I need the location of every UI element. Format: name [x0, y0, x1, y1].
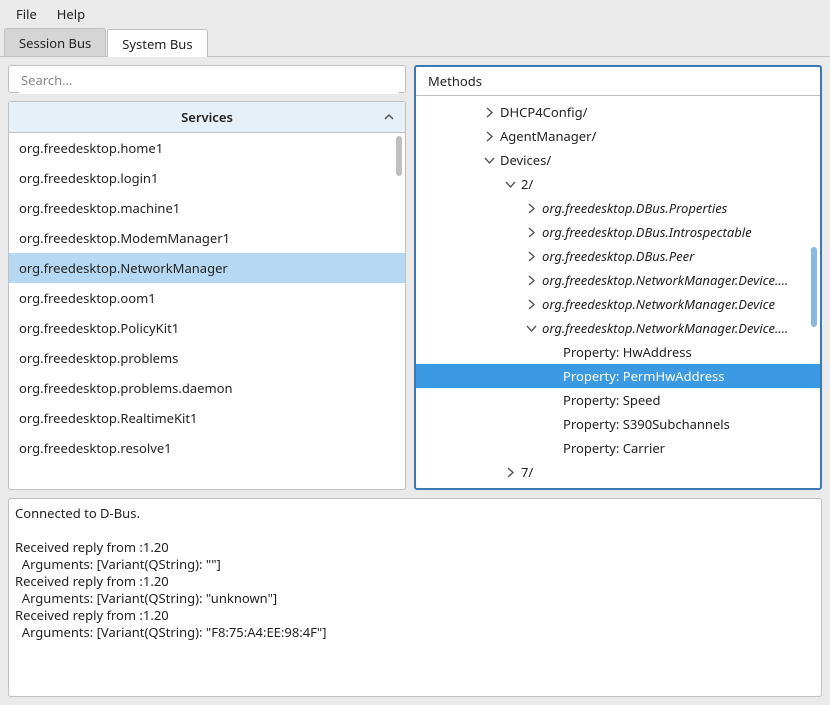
- services-header-label: Services: [181, 108, 233, 126]
- tree-interface[interactable]: org.freedesktop.DBus.Introspectable: [416, 220, 820, 244]
- chevron-right-icon[interactable]: [521, 203, 542, 214]
- chevron-right-icon[interactable]: [521, 227, 542, 238]
- service-item[interactable]: org.freedesktop.machine1: [9, 193, 405, 223]
- log-output: Connected to D-Bus. Received reply from …: [8, 498, 822, 697]
- services-header[interactable]: Services: [9, 102, 405, 133]
- search-box: [8, 65, 406, 93]
- methods-panel: Methods DHCP4Config/AgentManager/Devices…: [414, 65, 822, 490]
- top-row: Services org.freedesktop.home1org.freede…: [8, 65, 822, 490]
- services-scrollbar-thumb[interactable]: [396, 136, 402, 176]
- service-item[interactable]: org.freedesktop.problems.daemon: [9, 373, 405, 403]
- tree-label: DHCP4Config/: [500, 103, 587, 121]
- tree-label: org.freedesktop.NetworkManager.Device: [542, 295, 775, 313]
- chevron-right-icon[interactable]: [521, 251, 542, 262]
- tree-interface[interactable]: org.freedesktop.NetworkManager.Device….: [416, 268, 820, 292]
- service-item[interactable]: org.freedesktop.home1: [9, 133, 405, 163]
- menu-bar: File Help: [0, 0, 830, 28]
- tab-bar: Session Bus System Bus: [0, 28, 830, 57]
- tree-label: org.freedesktop.DBus.Properties: [542, 199, 727, 217]
- chevron-up-icon: [383, 109, 395, 127]
- app-window: File Help Session Bus System Bus Service…: [0, 0, 830, 705]
- tree-interface[interactable]: org.freedesktop.NetworkManager.Device….: [416, 316, 820, 340]
- services-box: Services org.freedesktop.home1org.freede…: [8, 101, 406, 490]
- service-item[interactable]: org.freedesktop.login1: [9, 163, 405, 193]
- methods-tree[interactable]: DHCP4Config/AgentManager/Devices/2/org.f…: [416, 96, 820, 488]
- tree-node[interactable]: DHCP4Config/: [416, 100, 820, 124]
- tree-node[interactable]: 2/: [416, 172, 820, 196]
- property-row[interactable]: Property: HwAddress: [416, 340, 820, 364]
- chevron-down-icon[interactable]: [521, 323, 542, 334]
- chevron-down-icon[interactable]: [479, 155, 500, 166]
- service-item[interactable]: org.freedesktop.problems: [9, 343, 405, 373]
- property-label: Property: HwAddress: [563, 343, 692, 361]
- chevron-right-icon[interactable]: [479, 131, 500, 142]
- service-item[interactable]: org.freedesktop.RealtimeKit1: [9, 403, 405, 433]
- tree-label: org.freedesktop.DBus.Peer: [542, 247, 694, 265]
- tab-session-bus[interactable]: Session Bus: [4, 28, 106, 56]
- methods-scrollbar-thumb[interactable]: [811, 247, 817, 327]
- search-input[interactable]: [19, 66, 399, 94]
- menu-help[interactable]: Help: [47, 1, 95, 27]
- tree-node[interactable]: Devices/: [416, 148, 820, 172]
- methods-header-label: Methods: [428, 72, 482, 90]
- chevron-right-icon[interactable]: [479, 107, 500, 118]
- menu-file[interactable]: File: [6, 1, 47, 27]
- methods-header: Methods: [416, 67, 820, 96]
- tab-system-bus[interactable]: System Bus: [107, 29, 207, 57]
- property-label: Property: PermHwAddress: [563, 367, 725, 385]
- tree-label: 2/: [521, 175, 533, 193]
- service-item[interactable]: org.freedesktop.resolve1: [9, 433, 405, 463]
- tree-label: AgentManager/: [500, 127, 596, 145]
- tree-label: org.freedesktop.NetworkManager.Device….: [542, 319, 788, 337]
- tree-node[interactable]: 7/: [416, 460, 820, 484]
- services-list[interactable]: org.freedesktop.home1org.freedesktop.log…: [9, 133, 405, 489]
- property-label: Property: Carrier: [563, 439, 665, 457]
- chevron-right-icon[interactable]: [500, 467, 521, 478]
- property-row[interactable]: Property: PermHwAddress: [416, 364, 820, 388]
- property-row[interactable]: Property: S390Subchannels: [416, 412, 820, 436]
- property-label: Property: Speed: [563, 391, 661, 409]
- service-item[interactable]: org.freedesktop.ModemManager1: [9, 223, 405, 253]
- tree-interface[interactable]: org.freedesktop.DBus.Properties: [416, 196, 820, 220]
- property-row[interactable]: Property: Speed: [416, 388, 820, 412]
- tree-label: 7/: [521, 463, 533, 481]
- tree-node[interactable]: AgentManager/: [416, 124, 820, 148]
- tree-label: org.freedesktop.NetworkManager.Device….: [542, 271, 788, 289]
- tree-interface[interactable]: org.freedesktop.DBus.Peer: [416, 244, 820, 268]
- tree-interface[interactable]: org.freedesktop.NetworkManager.Device: [416, 292, 820, 316]
- service-item[interactable]: org.freedesktop.PolicyKit1: [9, 313, 405, 343]
- chevron-down-icon[interactable]: [500, 179, 521, 190]
- property-row[interactable]: Property: Carrier: [416, 436, 820, 460]
- content-area: Services org.freedesktop.home1org.freede…: [0, 57, 830, 705]
- service-item[interactable]: org.freedesktop.oom1: [9, 283, 405, 313]
- property-label: Property: S390Subchannels: [563, 415, 730, 433]
- left-panel: Services org.freedesktop.home1org.freede…: [8, 65, 406, 490]
- chevron-right-icon[interactable]: [521, 299, 542, 310]
- service-item[interactable]: org.freedesktop.NetworkManager: [9, 253, 405, 283]
- tree-label: org.freedesktop.DBus.Introspectable: [542, 223, 752, 241]
- tree-label: Devices/: [500, 151, 551, 169]
- chevron-right-icon[interactable]: [521, 275, 542, 286]
